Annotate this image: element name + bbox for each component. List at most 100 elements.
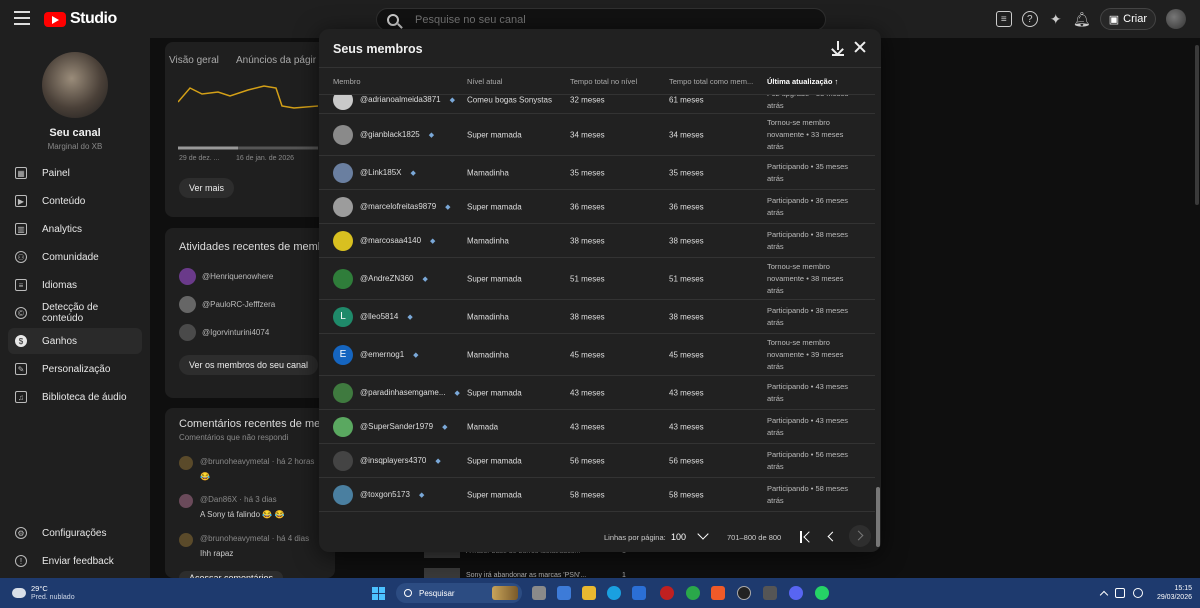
member-handle[interactable]: @paradinhasemgame...: [360, 388, 446, 397]
member-handle[interactable]: @emernog1: [360, 350, 404, 359]
table-row[interactable]: E @emernog1 ◆ Mamadinha 45 meses 45 meses Torn…: [319, 334, 875, 376]
page-scrollbar[interactable]: [1195, 45, 1199, 205]
member-handle[interactable]: @marcosaa4140: [360, 236, 421, 245]
sidebar-item-configuracoes[interactable]: ⚙ Configurações: [8, 520, 142, 546]
menu-icon[interactable]: [14, 11, 30, 25]
comment-item[interactable]: @brunoheavymetal · há 4 dias Ihh rapaz: [200, 534, 309, 558]
member-handle[interactable]: @insqplayers4370: [360, 456, 426, 465]
file-explorer-icon[interactable]: [582, 586, 596, 600]
edge-icon[interactable]: [607, 586, 621, 600]
avatar[interactable]: [333, 268, 353, 289]
table-row[interactable]: @marcelofreitas9879 ◆ Super mamada 36 meses…: [319, 190, 875, 224]
chevron-down-icon[interactable]: [697, 528, 709, 540]
windows-start-icon[interactable]: [372, 587, 385, 600]
recent-member[interactable]: @PauloRC-Jefffzera: [179, 296, 275, 313]
avatar[interactable]: [333, 484, 353, 505]
table-row[interactable]: @Link185X ◆ Mamadinha 35 meses 35 meses Parti…: [319, 156, 875, 190]
discord-icon[interactable]: [789, 586, 803, 600]
next-page-icon[interactable]: [849, 525, 871, 547]
comment-item[interactable]: @brunoheavymetal · há 2 horas 😂: [200, 457, 314, 481]
column-header-time-total[interactable]: Tempo total como mem...: [669, 77, 753, 86]
see-members-button[interactable]: Ver os membros do seu canal: [179, 355, 319, 375]
sidebar-item-feedback[interactable]: ! Enviar feedback: [8, 548, 142, 574]
search-input[interactable]: [415, 13, 795, 26]
member-handle[interactable]: @marcelofreitas9879: [360, 202, 436, 211]
table-row[interactable]: @insqplayers4370 ◆ Super mamada 56 meses 56 …: [319, 444, 875, 478]
avatar[interactable]: [333, 450, 353, 471]
sidebar-item-analytics[interactable]: ▥ Analytics: [8, 216, 142, 242]
subtitles-icon[interactable]: ≡: [995, 11, 1012, 27]
previous-page-icon[interactable]: [827, 531, 838, 542]
avatar[interactable]: [333, 196, 353, 217]
member-handle[interactable]: @gianblack1825: [360, 130, 420, 139]
table-row[interactable]: @AndreZN360 ◆ Super mamada 51 meses 51 meses…: [319, 258, 875, 300]
brave-icon[interactable]: [711, 586, 725, 600]
column-header-time-level[interactable]: Tempo total no nível: [570, 77, 637, 86]
avatar[interactable]: L: [333, 306, 353, 327]
sparkle-icon[interactable]: ✦: [1048, 11, 1064, 27]
avatar[interactable]: [333, 162, 353, 183]
clock[interactable]: 15:15 29/03/2026: [1157, 584, 1192, 602]
xbox-icon[interactable]: [686, 586, 700, 600]
table-row[interactable]: L @lleo5814 ◆ Mamadinha 38 meses 38 meses Part…: [319, 300, 875, 334]
column-header-member[interactable]: Membro: [333, 77, 361, 86]
sidebar-item-comunidade[interactable]: ⚇ Comunidade: [8, 244, 142, 270]
store-icon[interactable]: [632, 586, 646, 600]
account-avatar[interactable]: [1166, 9, 1186, 29]
app-icon[interactable]: [660, 586, 674, 600]
bell-icon[interactable]: 🔔︎: [1073, 11, 1091, 27]
taskbar-search[interactable]: Pesquisar: [396, 583, 522, 603]
tab-ads[interactable]: Anúncios da página c: [236, 55, 316, 66]
table-row[interactable]: @marcosaa4140 ◆ Mamadinha 38 meses 38 meses P…: [319, 224, 875, 258]
recent-member[interactable]: @Henriquenowhere: [179, 268, 273, 285]
sidebar-item-idiomas[interactable]: ≡ Idiomas: [8, 272, 142, 298]
member-handle[interactable]: @Link185X: [360, 168, 401, 177]
column-header-last-update[interactable]: Última atualização ↑: [767, 77, 838, 86]
member-handle[interactable]: @toxgon5173: [360, 490, 410, 499]
sidebar-item-deteccao[interactable]: © Detecção de conteúdo: [8, 300, 142, 326]
column-header-level[interactable]: Nível atual: [467, 77, 502, 86]
member-handle[interactable]: @AndreZN360: [360, 274, 413, 283]
member-handle[interactable]: @lleo5814: [360, 312, 398, 321]
app-icon[interactable]: [763, 586, 777, 600]
avatar[interactable]: [333, 95, 353, 110]
avatar[interactable]: [333, 230, 353, 251]
create-button[interactable]: ▣ Criar: [1099, 8, 1156, 30]
member-handle[interactable]: @SuperSander1979: [360, 422, 433, 431]
network-icon[interactable]: [1114, 588, 1125, 598]
member-handle[interactable]: @adrianoalmeida3871: [360, 95, 441, 104]
table-row[interactable]: @SuperSander1979 ◆ Mamada 43 meses 43 meses P…: [319, 410, 875, 444]
see-more-button[interactable]: Ver mais: [179, 178, 235, 198]
close-icon[interactable]: [853, 40, 867, 54]
whatsapp-icon[interactable]: [815, 586, 829, 600]
dialog-scrollbar[interactable]: [875, 95, 881, 547]
avatar[interactable]: [333, 382, 353, 403]
chevron-up-icon[interactable]: [1099, 590, 1109, 600]
table-row[interactable]: @adrianoalmeida3871 ◆ Comeu bogas Sonystas…: [319, 95, 875, 114]
avatar[interactable]: [333, 124, 353, 145]
avatar[interactable]: E: [333, 344, 353, 365]
recent-member[interactable]: @Igorvinturini4074: [179, 324, 269, 341]
first-page-icon[interactable]: [800, 531, 812, 543]
channel-avatar[interactable]: [42, 52, 108, 118]
video-thumbnail[interactable]: [424, 568, 460, 578]
youtube-studio-logo[interactable]: Studio: [44, 10, 117, 28]
search-bar[interactable]: [376, 8, 826, 31]
sidebar-item-painel[interactable]: ▦ Painel: [8, 160, 142, 186]
rows-per-page-select[interactable]: 100: [671, 532, 686, 542]
table-row[interactable]: @toxgon5173 ◆ Super mamada 58 meses 58 meses…: [319, 478, 875, 512]
comment-item[interactable]: @Dan86X · há 3 dias A Sony tá falindo 😂 …: [200, 495, 284, 519]
table-row[interactable]: @paradinhasemgame... ◆ Super mamada 43 mese…: [319, 376, 875, 410]
table-row[interactable]: @gianblack1825 ◆ Super mamada 34 meses 34 me…: [319, 114, 875, 156]
task-view-icon[interactable]: [532, 586, 546, 600]
sidebar-item-conteudo[interactable]: ▶ Conteúdo: [8, 188, 142, 214]
download-icon[interactable]: [831, 40, 845, 56]
avatar[interactable]: [333, 416, 353, 437]
weather-widget[interactable]: 29°C Pred. nublado: [9, 584, 75, 602]
sidebar-item-biblioteca[interactable]: ♫ Biblioteca de áudio: [8, 384, 142, 410]
volume-icon[interactable]: [1132, 588, 1143, 598]
sidebar-item-ganhos[interactable]: $ Ganhos: [8, 328, 142, 354]
help-icon[interactable]: ?: [1021, 11, 1038, 27]
tab-overview[interactable]: Visão geral: [169, 55, 219, 66]
copilot-icon[interactable]: [557, 586, 571, 600]
